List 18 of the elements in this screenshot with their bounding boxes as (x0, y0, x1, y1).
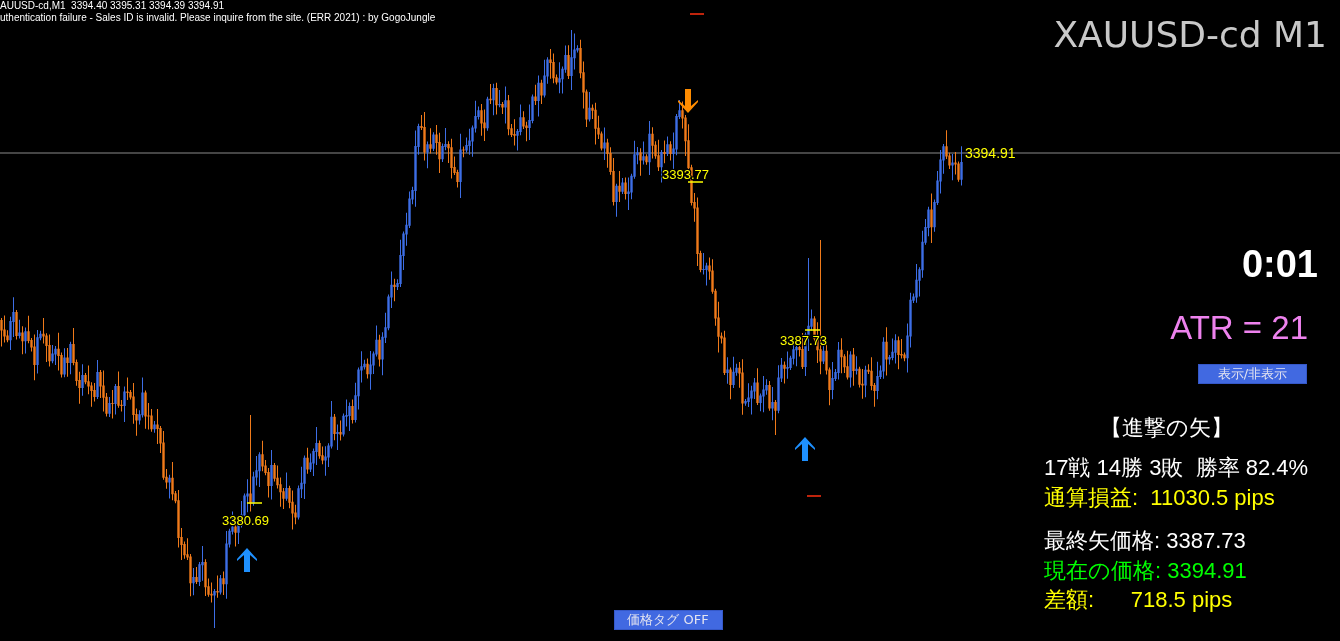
symbol-title: XAUUSD-cd M1 (1053, 15, 1327, 55)
stats-line: 現在の価格: 3394.91 (1044, 556, 1247, 585)
symbol-ohlc-text: AUUSD-cd,M1 3394.40 3395.31 3394.39 3394.91 (0, 0, 225, 12)
dash-marker (689, 13, 705, 15)
price-level-marker (246, 502, 263, 504)
dash-marker (806, 495, 822, 497)
current-price-label: 3394.91 (965, 145, 1016, 161)
stats-title: 【進撃の矢】 (1100, 414, 1233, 442)
price-level-marker (804, 329, 821, 331)
atr-value: ATR = 21 (1170, 309, 1308, 347)
stats-line: 通算損益: 11030.5 pips (1044, 483, 1275, 512)
show-hide-button[interactable]: 表示/非表示 (1198, 364, 1307, 384)
stats-line: 差額: 718.5 pips (1044, 586, 1233, 614)
error-message: uthentication failure - Sales ID is invalid. Please inquire from the site. (ERR 2021) : by GogoJungle (0, 12, 436, 24)
stats-line: 17戦 14勝 3敗 勝率 82.4% (1044, 454, 1309, 482)
stats-line: 最終矢価格: 3387.73 (1044, 527, 1246, 555)
price-tag-toggle-button[interactable]: 価格タグ OFF (613, 610, 723, 630)
candle-timer: 0:01 (1241, 242, 1318, 286)
